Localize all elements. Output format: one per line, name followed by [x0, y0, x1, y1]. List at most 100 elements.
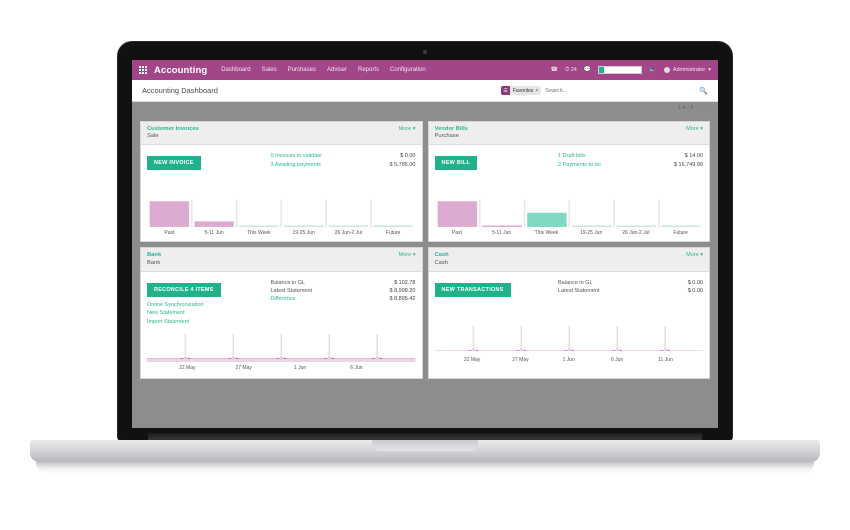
card-bank[interactable]: Bank Bank More ▾ RECONCILE 4 ITEMS Onlin…: [140, 247, 423, 380]
card-customer-invoices[interactable]: Customer Invoices Sale More ▾ NEW INVOIC…: [140, 121, 423, 243]
main-menu: Dashboard Sales Purchases Adviser Report…: [221, 67, 425, 73]
online-synchronization-link[interactable]: Online Synchronization: [147, 301, 271, 310]
dashboard-grid: Customer Invoices Sale More ▾ NEW INVOIC…: [140, 121, 710, 380]
axis-tick: 19-25 Jun: [580, 230, 603, 237]
card-more-dropdown[interactable]: More ▾: [399, 126, 416, 132]
card-stats: 0 Invoices to validate $ 0.00 3 Awaiting…: [271, 151, 416, 191]
stat-row[interactable]: 2 Payments to do $ 15,749.99: [558, 161, 703, 169]
import-statement-link[interactable]: Import Statement: [147, 318, 271, 327]
new-transactions-button[interactable]: NEW TRANSACTIONS: [434, 282, 511, 297]
user-menu[interactable]: Administrator ▾: [663, 67, 711, 73]
menu-item-adviser[interactable]: Adviser: [327, 67, 347, 73]
user-name-label: Administrator: [672, 67, 706, 73]
navbar-right-tools: ☎ ⏱ 24 💬 🔈 Administrator ▾: [550, 66, 711, 74]
card-title[interactable]: Customer Invoices: [147, 126, 199, 133]
chevron-down-icon: ▾: [412, 252, 416, 259]
close-icon[interactable]: ×: [535, 88, 538, 94]
axis-tick: 6 Jun: [610, 356, 624, 363]
menu-item-sales[interactable]: Sales: [262, 67, 277, 73]
chart-axis-labels: 22 May 27 May 1 Jun 6 Jun 11 Jun: [435, 357, 704, 365]
stat-label[interactable]: Difference: [271, 295, 296, 303]
card-subtitle: Cash: [434, 259, 449, 266]
stat-value: $ 0.00: [400, 153, 416, 160]
menu-item-purchases[interactable]: Purchases: [288, 67, 316, 73]
axis-tick: 26 Jun-2 Jul: [622, 230, 650, 237]
card-title[interactable]: Cash: [435, 252, 449, 259]
stat-row: Latest Statement $ 0.00: [558, 287, 703, 295]
stat-value: $ 14.00: [684, 153, 703, 160]
page-title: Accounting Dashboard: [142, 86, 218, 95]
search-area: ☰ Favorites × 🔍: [501, 86, 708, 95]
menu-item-configuration[interactable]: Configuration: [390, 67, 426, 73]
chart-bank: [147, 332, 416, 363]
stat-row: Balance in GL $ 102.78: [271, 279, 416, 287]
laptop-screen: Accounting Dashboard Sales Purchases Adv…: [132, 60, 718, 428]
menu-item-reports[interactable]: Reports: [358, 67, 379, 73]
avatar: [663, 67, 670, 73]
activity-counter[interactable]: ⏱ 24: [565, 67, 577, 74]
axis-tick: Past: [451, 230, 462, 237]
card-title[interactable]: Vendor Bills: [435, 126, 469, 133]
phone-icon[interactable]: ☎: [550, 67, 557, 73]
card-more-dropdown[interactable]: More ▾: [686, 126, 703, 132]
chevron-down-icon: ▾: [700, 252, 703, 259]
stat-label[interactable]: 2 Payments to do: [558, 161, 601, 169]
search-input[interactable]: [545, 87, 696, 94]
stat-row[interactable]: Difference $ 8,895.42: [271, 295, 416, 303]
card-more-dropdown[interactable]: More ▾: [399, 252, 416, 258]
stat-value: $ 0.00: [687, 279, 703, 286]
axis-tick: 1 Jun: [562, 356, 575, 363]
axis-tick: Future: [673, 230, 688, 237]
facet-label: Favorites: [512, 87, 534, 94]
card-header: Vendor Bills Purchase More ▾: [428, 122, 709, 146]
chart-axis-labels: 22 May 27 May 1 Jun 6 Jun: [147, 365, 416, 373]
card-subtitle: Sale: [147, 133, 159, 140]
stat-label[interactable]: 3 Awaiting payments: [271, 161, 321, 169]
activity-count-label: 24: [570, 67, 577, 73]
card-body: RECONCILE 4 ITEMS Online Synchronization…: [141, 272, 422, 333]
axis-tick: 26 Jun-2 Jul: [334, 230, 362, 237]
new-invoice-button[interactable]: NEW INVOICE: [147, 156, 201, 171]
stat-row[interactable]: 3 Awaiting payments $ 5,785.00: [271, 161, 416, 169]
chart-axis-labels: Past 5-11 Jun This Week 19-25 Jun 26 Jun…: [435, 230, 704, 236]
card-title[interactable]: Bank: [147, 252, 161, 259]
apps-grid-icon[interactable]: [139, 66, 147, 74]
axis-tick: 11 Jun: [658, 356, 673, 363]
card-cash[interactable]: Cash Cash More ▾ NEW TRANSACTIONS Balanc…: [427, 247, 710, 380]
stat-value: $ 5,785.00: [389, 161, 416, 168]
card-header: Bank Bank More ▾: [141, 248, 422, 272]
filter-icon: ☰: [501, 86, 510, 95]
axis-tick: 1 Jun: [293, 365, 307, 372]
new-bill-button[interactable]: NEW BILL: [434, 156, 478, 171]
search-facet-favorites[interactable]: ☰ Favorites ×: [501, 86, 542, 95]
stat-value: $ 8,998.20: [389, 288, 416, 295]
card-vendor-bills[interactable]: Vendor Bills Purchase More ▾ NEW BILL 1 …: [427, 121, 710, 243]
clock-icon: ⏱: [564, 66, 570, 73]
reconcile-items-button[interactable]: RECONCILE 4 ITEMS: [147, 282, 221, 297]
stat-label: Latest Statement: [270, 288, 313, 295]
pager-next-button[interactable]: ›: [706, 104, 708, 111]
chat-bubble-icon[interactable]: 💬: [584, 67, 591, 73]
laptop-notch: [372, 440, 478, 451]
stat-label[interactable]: 1 Draft bills: [558, 152, 586, 160]
stat-label: Balance in GL: [270, 279, 306, 286]
chart-axis-labels: Past 5-11 Jun This Week 19-25 Jun 26 Jun…: [147, 230, 416, 236]
search-icon[interactable]: 🔍: [699, 87, 708, 95]
chart-customer-invoices: [147, 197, 416, 228]
new-statement-link[interactable]: New Statement: [147, 309, 271, 318]
laptop-lid: Accounting Dashboard Sales Purchases Adv…: [118, 42, 732, 440]
pager: 1-4 / 4 ‹ ›: [678, 104, 708, 111]
menu-item-dashboard[interactable]: Dashboard: [221, 67, 250, 73]
stat-row[interactable]: 1 Draft bills $ 14.00: [558, 152, 703, 160]
card-stats: 1 Draft bills $ 14.00 2 Payments to do $…: [558, 151, 703, 191]
card-more-dropdown[interactable]: More ▾: [686, 252, 703, 258]
axis-tick: This Week: [247, 230, 271, 237]
volume-icon[interactable]: 🔈: [649, 67, 656, 73]
axis-tick: 5-11 Jun: [204, 230, 224, 237]
stat-value: $ 0.00: [687, 288, 703, 295]
stat-label[interactable]: 0 Invoices to validate: [271, 152, 322, 160]
axis-tick: Future: [385, 230, 401, 237]
app-brand-title[interactable]: Accounting: [154, 65, 207, 76]
stat-row[interactable]: 0 Invoices to validate $ 0.00: [271, 152, 416, 160]
pager-previous-button[interactable]: ‹: [698, 104, 700, 111]
